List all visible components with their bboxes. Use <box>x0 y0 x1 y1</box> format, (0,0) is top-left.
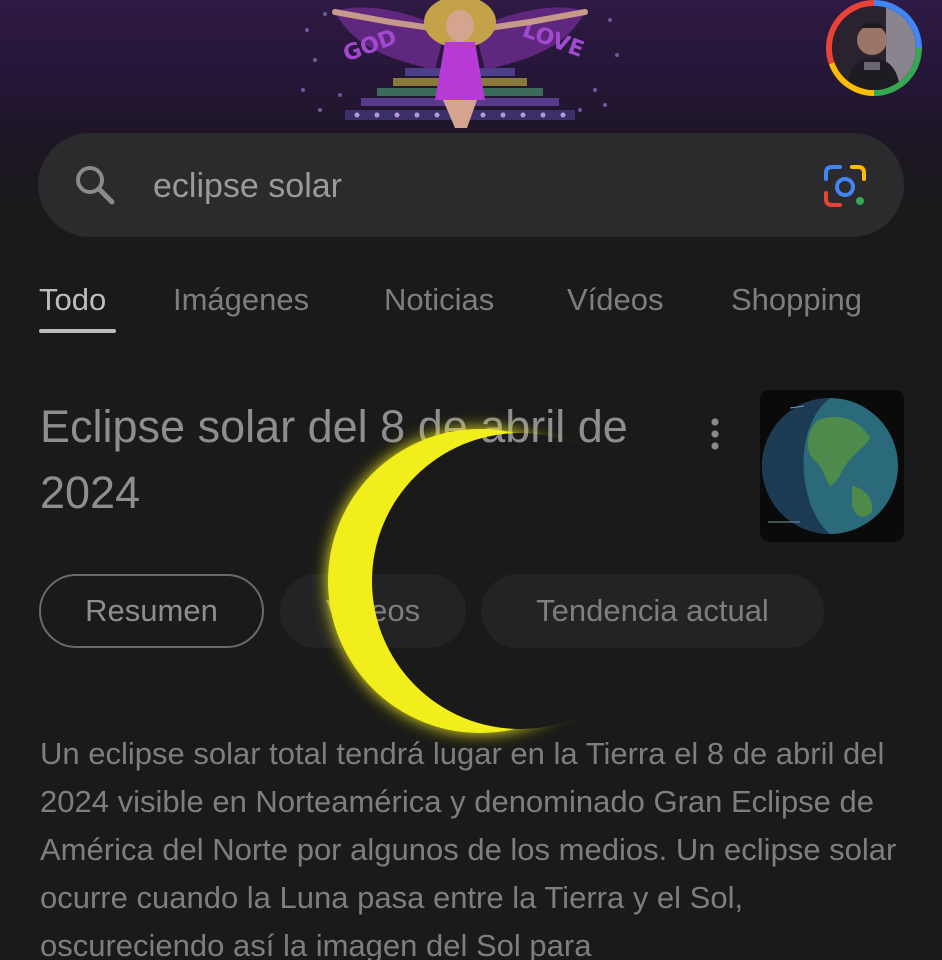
tab-images[interactable]: Imágenes <box>173 280 309 320</box>
search-icon[interactable] <box>72 162 118 208</box>
tab-news[interactable]: Noticias <box>384 280 494 320</box>
account-avatar[interactable] <box>826 0 922 96</box>
search-input[interactable] <box>153 162 753 210</box>
active-tab-indicator <box>39 329 116 333</box>
chip-trending[interactable]: Tendencia actual <box>481 574 824 648</box>
google-lens-camera-icon[interactable] <box>822 163 870 209</box>
avatar-photo <box>832 6 916 90</box>
google-doodle[interactable]: GOD LOVE <box>295 0 625 132</box>
more-vert-icon[interactable] <box>700 415 730 455</box>
search-tabs: Todo Imágenes Noticias Vídeos Shopping <box>0 280 942 340</box>
tab-shopping[interactable]: Shopping <box>731 280 862 320</box>
chip-summary[interactable]: Resumen <box>39 574 264 648</box>
chip-videos[interactable]: Videos <box>280 574 466 648</box>
tab-videos[interactable]: Vídeos <box>567 280 664 320</box>
tab-all[interactable]: Todo <box>39 280 106 320</box>
knowledge-panel-description: Un eclipse solar total tendrá lugar en l… <box>40 736 897 960</box>
knowledge-panel-title: Eclipse solar del 8 de abril de 2024 <box>40 401 628 518</box>
eclipse-map-thumbnail[interactable] <box>760 390 904 542</box>
search-results-page: GOD LOVE eclipse solar Todo Imágenes Not… <box>0 0 942 960</box>
